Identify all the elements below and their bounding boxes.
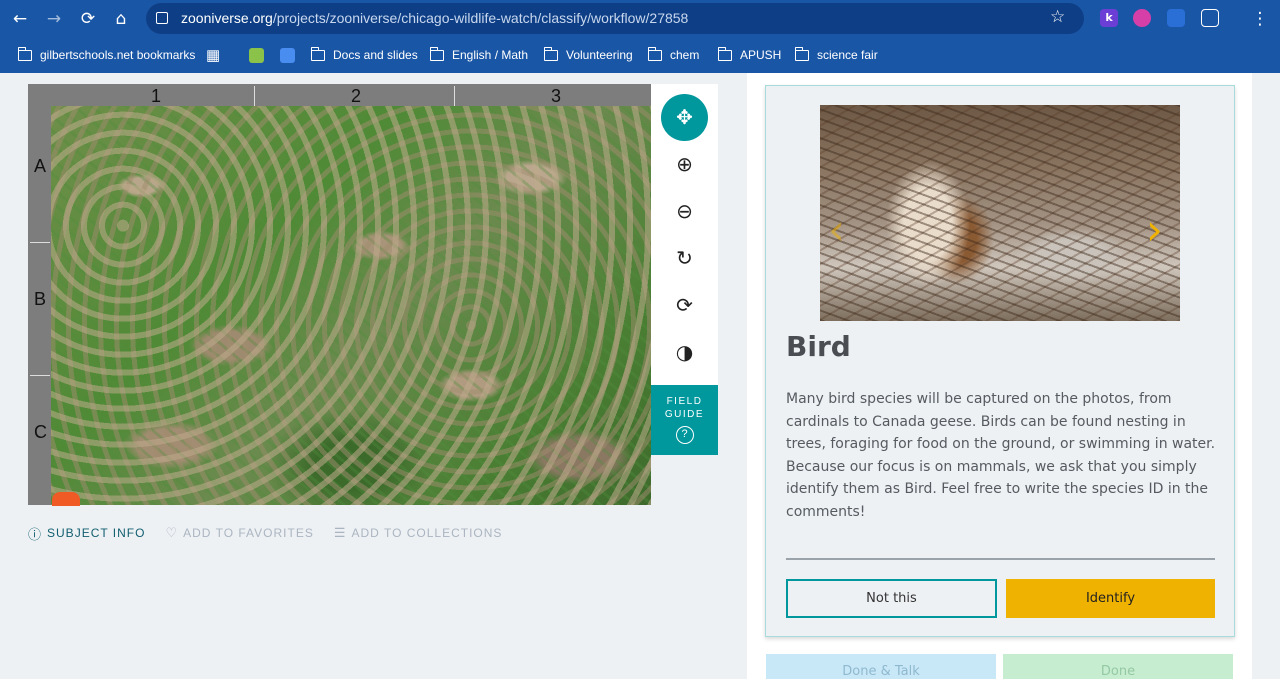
bookmark-label: chem [670,48,700,62]
bookmarks-bar: gilbertschools.net bookmarks ▦ Docs and … [0,37,1280,73]
menu-icon[interactable]: ⋮ [1248,7,1272,31]
add-favorites-label: ADD TO FAVORITES [183,526,314,540]
bookmark-star-icon[interactable]: ☆ [1050,7,1065,27]
move-icon[interactable]: ✥ [661,94,708,141]
bookmark-english-math[interactable]: English / Math [429,46,529,64]
grid-divider [254,86,255,106]
heart-icon: ♡ [165,525,179,540]
bookmark-docs-slides[interactable]: Docs and slides [310,46,418,64]
not-this-button[interactable]: Not this [786,579,997,618]
bookmark-chem[interactable]: chem [647,46,700,64]
done-and-talk-button[interactable]: Done & Talk [766,654,996,679]
grid-divider [454,86,455,106]
bookmark-science-fair[interactable]: science fair [794,46,878,64]
folder-icon [310,46,325,61]
bookmark-label: Docs and slides [333,48,418,62]
rotate-icon[interactable]: ↻ [661,235,708,282]
bookmark-blue-icon[interactable] [280,46,295,64]
back-icon[interactable]: ← [8,7,32,31]
bookmark-gilbertschools[interactable]: gilbertschools.net bookmarks [17,46,196,64]
field-guide-label: GUIDE [664,409,705,420]
bookmark-label: science fair [817,48,878,62]
subject-viewer: 1 2 3 A B C [28,84,651,506]
grid-row-label: B [34,289,47,309]
grid-row-label: C [34,422,47,442]
reload-icon[interactable]: ⟳ [76,7,100,31]
grid-column-label: 2 [351,86,362,106]
invert-icon[interactable]: ◑ [661,329,708,376]
info-icon: ⓘ [28,526,43,542]
extensions-puzzle-icon[interactable] [1201,9,1219,27]
extension-icon[interactable] [1167,9,1185,27]
chevron-right-icon[interactable]: › [1146,205,1163,254]
bookmark-label: Volunteering [566,48,633,62]
species-title: Bird [786,330,851,363]
done-button[interactable]: Done [1003,654,1233,679]
bookmark-label: APUSH [740,48,782,62]
zoom-in-icon[interactable]: ⊕ [661,141,708,188]
list-icon: ☰ [333,525,347,540]
species-description: Many bird species will be captured on th… [786,391,1216,520]
folder-icon [717,46,732,61]
address-bar[interactable]: zooniverse.org/projects/zooniverse/chica… [146,3,1084,34]
subject-info-label: SUBJECT INFO [47,526,146,540]
bookmark-apush[interactable]: APUSH [717,46,782,64]
choice-card: ‹ › Bird Many bird species will be captu… [765,85,1235,637]
bookmark-green-icon[interactable] [249,46,264,64]
zoom-out-icon[interactable]: ⊖ [661,188,708,235]
apps-grid-icon[interactable]: ▦ [206,46,220,64]
field-guide-label: FIELD [666,396,703,407]
grid-column-label: 1 [151,86,162,106]
bookmark-volunteering[interactable]: Volunteering [543,46,633,64]
add-collections-button[interactable]: ☰ ADD TO COLLECTIONS [334,525,503,541]
subject-image[interactable] [51,106,651,505]
identify-button[interactable]: Identify [1006,579,1215,618]
kami-extension-icon[interactable]: k [1100,9,1118,27]
folder-icon [429,46,444,61]
folder-icon [647,46,662,61]
divider [786,558,1215,560]
subject-info-button[interactable]: ⓘ SUBJECT INFO [28,524,145,543]
site-info-icon[interactable] [156,12,168,24]
project-badge-icon [52,492,80,506]
help-icon: ? [675,426,694,444]
grid-row-label: A [34,156,47,176]
field-guide-button[interactable]: FIELD GUIDE ? [651,385,718,455]
add-collections-label: ADD TO COLLECTIONS [351,526,503,540]
chevron-left-icon[interactable]: ‹ [828,205,845,254]
folder-icon [794,46,809,61]
grid-divider [30,242,50,243]
add-favorites-button[interactable]: ♡ ADD TO FAVORITES [165,525,313,541]
url-text[interactable]: zooniverse.org/projects/zooniverse/chica… [181,10,688,26]
grid-divider [30,375,50,376]
browser-toolbar: ← → ⟳ ⌂ zooniverse.org/projects/zooniver… [0,0,1280,37]
url-host: zooniverse.org [181,10,273,26]
image-toolbar: ✥ ⊕ ⊖ ↻ ⟳ ◑ [651,84,718,385]
species-example-image: ‹ › [820,105,1180,321]
bookmark-label: English / Math [452,48,529,62]
url-path: /projects/zooniverse/chicago-wildlife-wa… [272,10,689,26]
grid-column-label: 3 [551,86,562,106]
folder-icon [543,46,558,61]
reset-icon[interactable]: ⟳ [661,282,708,329]
home-icon[interactable]: ⌂ [109,7,133,31]
forward-icon[interactable]: → [42,7,66,31]
bookmarks-folder-icon [17,46,32,61]
subject-meta-bar: ⓘ SUBJECT INFO ♡ ADD TO FAVORITES ☰ ADD TO … [28,524,522,543]
record-extension-icon[interactable] [1133,9,1151,27]
bookmark-label: gilbertschools.net bookmarks [40,48,196,62]
